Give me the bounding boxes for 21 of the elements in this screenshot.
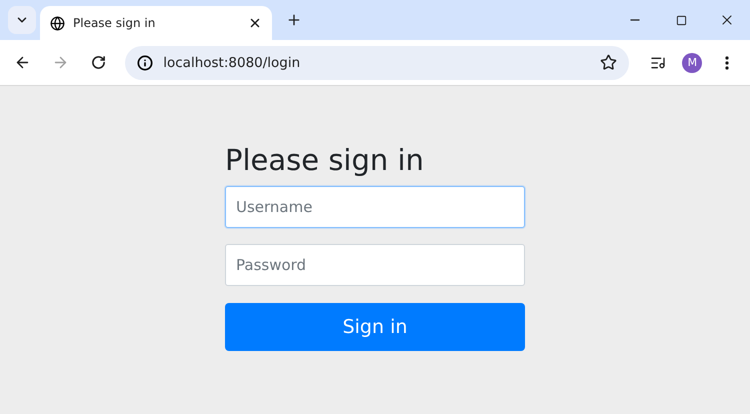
- input-field[interactable]: Password: [225, 244, 525, 286]
- address-bar[interactable]: localhost:8080/login: [125, 46, 629, 80]
- input-field[interactable]: Username: [225, 186, 525, 228]
- plus-icon: [286, 12, 302, 28]
- globe-icon: [50, 16, 65, 30]
- form-heading: Please sign in: [225, 142, 425, 179]
- profile-avatar[interactable]: M: [682, 52, 702, 72]
- music-list-icon: [650, 54, 666, 70]
- browser-tab[interactable]: Please sign in: [40, 6, 272, 40]
- tab-title: Please sign in: [73, 16, 156, 30]
- star-icon: [600, 54, 617, 71]
- close-tab-button[interactable]: [248, 16, 262, 30]
- maximize-icon: [676, 14, 686, 26]
- sign-in-button[interactable]: Sign in: [225, 303, 525, 351]
- info-icon[interactable]: [137, 54, 154, 70]
- reload-icon: [90, 55, 106, 70]
- more-dots-icon: [725, 56, 730, 70]
- new-tab-button[interactable]: [286, 12, 302, 28]
- bookmark-star-button[interactable]: [600, 54, 617, 71]
- url-text: localhost:8080/login: [163, 54, 302, 70]
- close-icon: [248, 16, 262, 30]
